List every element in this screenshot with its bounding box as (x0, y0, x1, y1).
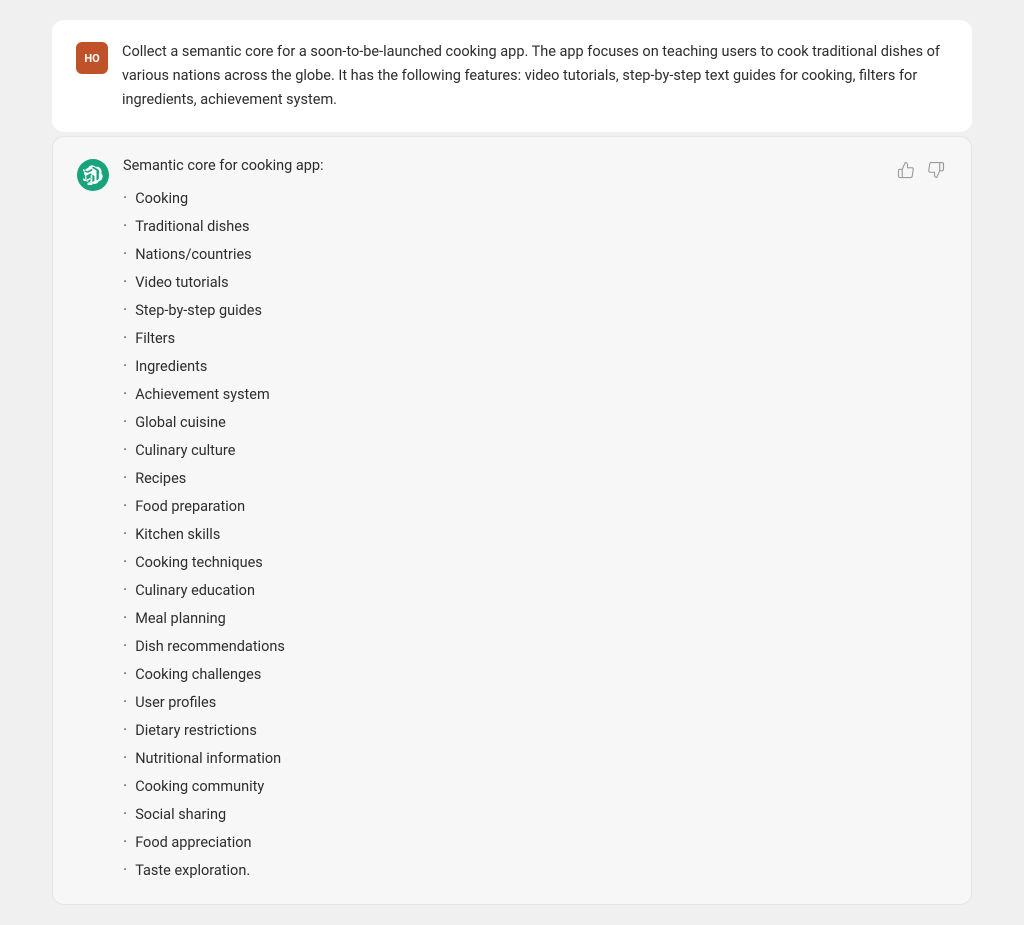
list-item: Cooking challenges (123, 660, 865, 688)
ai-message-block: Semantic core for cooking app: CookingTr… (52, 136, 972, 905)
list-item: Cooking (123, 184, 865, 212)
list-item: Culinary culture (123, 436, 865, 464)
ai-response-body: Semantic core for cooking app: CookingTr… (123, 157, 865, 884)
list-item: Food appreciation (123, 828, 865, 856)
list-item: Filters (123, 324, 865, 352)
feedback-buttons (895, 159, 947, 181)
list-item: Video tutorials (123, 268, 865, 296)
list-item: Achievement system (123, 380, 865, 408)
user-message-block: HO Collect a semantic core for a soon-to… (52, 20, 972, 132)
response-wrapper: Semantic core for cooking app: CookingTr… (77, 157, 947, 884)
list-item: Dish recommendations (123, 632, 865, 660)
list-item: Nations/countries (123, 240, 865, 268)
thumbs-down-button[interactable] (925, 159, 947, 181)
list-item: Food preparation (123, 492, 865, 520)
list-item: Step-by-step guides (123, 296, 865, 324)
list-item: Cooking techniques (123, 548, 865, 576)
user-message-text: Collect a semantic core for a soon-to-be… (122, 40, 948, 112)
response-title: Semantic core for cooking app: (123, 157, 865, 174)
semantic-list: CookingTraditional dishesNations/countri… (123, 184, 865, 884)
user-avatar: HO (76, 42, 108, 74)
list-item: Cooking community (123, 772, 865, 800)
list-item: Dietary restrictions (123, 716, 865, 744)
list-item: Traditional dishes (123, 212, 865, 240)
thumbs-up-button[interactable] (895, 159, 917, 181)
list-item: Taste exploration. (123, 856, 865, 884)
list-item: Kitchen skills (123, 520, 865, 548)
list-item: User profiles (123, 688, 865, 716)
list-item: Ingredients (123, 352, 865, 380)
list-item: Meal planning (123, 604, 865, 632)
list-item: Nutritional information (123, 744, 865, 772)
chat-container: HO Collect a semantic core for a soon-to… (52, 20, 972, 905)
user-message-content: Collect a semantic core for a soon-to-be… (122, 40, 948, 112)
list-item: Culinary education (123, 576, 865, 604)
list-item: Recipes (123, 464, 865, 492)
ai-avatar (77, 159, 109, 191)
list-item: Global cuisine (123, 408, 865, 436)
list-item: Social sharing (123, 800, 865, 828)
